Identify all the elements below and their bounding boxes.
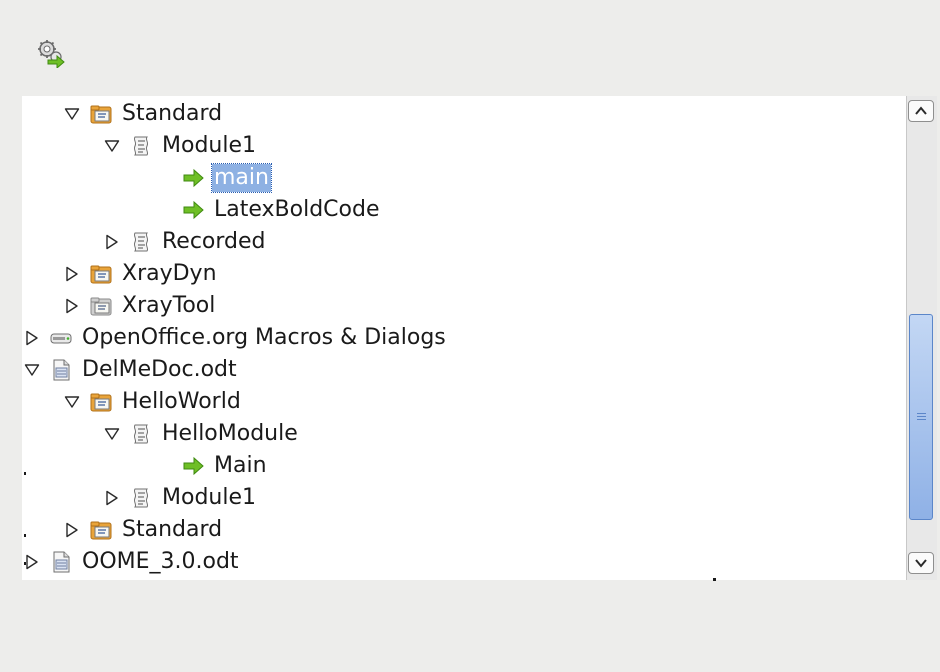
tree-item-label: Main xyxy=(214,453,267,478)
document-icon xyxy=(50,551,72,573)
tree-item-standard[interactable]: Standard xyxy=(64,98,224,130)
tree-item-hellomodule[interactable]: HelloModule xyxy=(104,418,300,450)
macro-gear-icon[interactable] xyxy=(36,38,66,68)
library-folder-icon xyxy=(90,263,112,285)
tree-item-label-selected: main xyxy=(211,163,272,193)
tree-item-label: Standard xyxy=(122,517,223,542)
tree-item-label: Module1 xyxy=(162,133,256,158)
document-icon xyxy=(50,359,72,381)
expanded-triangle-icon[interactable] xyxy=(64,394,80,410)
expanded-triangle-icon[interactable] xyxy=(64,106,80,122)
library-folder-grey-icon xyxy=(90,295,112,317)
scrollbar-thumb[interactable] xyxy=(909,314,933,520)
macro-tree[interactable]: Standard Module1 main LatexBoldCode Reco… xyxy=(22,96,936,580)
artifact-speck xyxy=(713,578,716,581)
tree-item-label: OOME_3.0.odt xyxy=(82,549,239,574)
tree-item-xraytool[interactable]: XrayTool xyxy=(64,290,217,322)
collapsed-triangle-icon[interactable] xyxy=(104,234,120,250)
module-icon xyxy=(130,423,152,445)
tree-item-label: Recorded xyxy=(162,229,266,254)
tree-item-module1-doc[interactable]: Module1 xyxy=(104,482,258,514)
tree-item-label: HelloWorld xyxy=(122,389,241,414)
tree-item-label: XrayDyn xyxy=(122,261,217,286)
chevron-down-icon xyxy=(915,559,927,568)
expanded-triangle-icon[interactable] xyxy=(104,138,120,154)
tree-item-label: DelMeDoc.odt xyxy=(82,357,237,382)
tree-item-label: Standard xyxy=(122,101,223,126)
module-icon xyxy=(130,231,152,253)
collapsed-triangle-icon[interactable] xyxy=(64,522,80,538)
library-folder-icon xyxy=(90,103,112,125)
library-folder-icon xyxy=(90,391,112,413)
tree-item-delmedoc[interactable]: DelMeDoc.odt xyxy=(24,354,239,386)
module-icon xyxy=(130,135,152,157)
tree-item-main[interactable]: main xyxy=(182,162,272,194)
collapsed-triangle-icon[interactable] xyxy=(64,266,80,282)
collapsed-triangle-icon[interactable] xyxy=(104,490,120,506)
tree-item-label: XrayTool xyxy=(122,293,216,318)
expanded-triangle-icon[interactable] xyxy=(24,362,40,378)
collapsed-triangle-icon[interactable] xyxy=(64,298,80,314)
tree-item-standard-doc[interactable]: Standard xyxy=(64,514,224,546)
tree-item-main-macro[interactable]: Main xyxy=(182,450,269,482)
tree-item-oome[interactable]: OOME_3.0.odt xyxy=(24,546,241,578)
collapsed-triangle-icon[interactable] xyxy=(24,554,40,570)
tree-item-label: OpenOffice.org Macros & Dialogs xyxy=(82,325,446,350)
tree-item-module1[interactable]: Module1 xyxy=(104,130,258,162)
artifact-speck xyxy=(24,562,26,565)
macro-arrow-icon xyxy=(182,199,204,221)
tree-item-recorded[interactable]: Recorded xyxy=(104,226,268,258)
tree-item-latexboldcode[interactable]: LatexBoldCode xyxy=(182,194,381,226)
tree-item-label: Module1 xyxy=(162,485,256,510)
macro-arrow-icon xyxy=(182,455,204,477)
scroll-down-button[interactable] xyxy=(908,552,934,574)
tree-item-openoffice-macros[interactable]: OpenOffice.org Macros & Dialogs xyxy=(24,322,448,354)
macro-arrow-icon xyxy=(182,167,204,189)
artifact-speck xyxy=(24,472,26,475)
collapsed-triangle-icon[interactable] xyxy=(24,330,40,346)
chevron-up-icon xyxy=(915,106,927,115)
artifact-speck xyxy=(24,534,26,537)
drive-icon xyxy=(50,327,72,349)
module-icon xyxy=(130,487,152,509)
library-folder-icon xyxy=(90,519,112,541)
expanded-triangle-icon[interactable] xyxy=(104,426,120,442)
tree-item-label: HelloModule xyxy=(162,421,298,446)
scroll-up-button[interactable] xyxy=(908,100,934,122)
tree-item-xraydyn[interactable]: XrayDyn xyxy=(64,258,219,290)
tree-item-label: LatexBoldCode xyxy=(214,197,380,222)
tree-item-helloworld[interactable]: HelloWorld xyxy=(64,386,243,418)
